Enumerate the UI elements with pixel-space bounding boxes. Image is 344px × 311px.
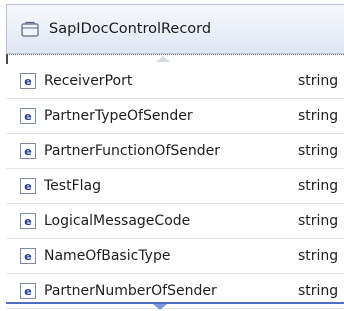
element-row[interactable]: e ReceiverPort string — [6, 64, 344, 99]
element-row[interactable]: e PartnerFunctionOfSender string — [6, 134, 344, 169]
element-row[interactable]: e LogicalMessageCode string — [6, 204, 344, 239]
scroll-down-arrow-icon[interactable] — [153, 304, 167, 310]
scroll-down-indicator[interactable] — [6, 302, 344, 304]
element-type: string — [298, 213, 339, 229]
element-icon: e — [20, 283, 36, 299]
element-icon: e — [20, 178, 36, 194]
element-name: PartnerTypeOfSender — [44, 108, 193, 124]
element-name: ReceiverPort — [44, 73, 133, 89]
element-type: string — [298, 143, 339, 159]
element-icon: e — [20, 108, 36, 124]
element-icon: e — [20, 143, 36, 159]
element-row[interactable]: e PartnerTypeOfSender string — [6, 99, 344, 134]
element-icon: e — [20, 73, 36, 89]
scroll-up-indicator[interactable] — [6, 54, 344, 64]
element-type: string — [298, 108, 339, 124]
element-name: LogicalMessageCode — [44, 213, 191, 229]
element-row[interactable]: e NameOfBasicType string — [6, 239, 344, 274]
element-icon: e — [20, 248, 36, 264]
element-name: NameOfBasicType — [44, 248, 171, 264]
panel-header[interactable]: SapIDocControlRecord — [6, 4, 344, 54]
element-name: TestFlag — [44, 178, 101, 194]
element-name: PartnerNumberOfSender — [44, 283, 217, 299]
element-list: e ReceiverPort string e PartnerTypeOfSen… — [6, 64, 344, 309]
element-type: string — [298, 283, 339, 299]
scroll-up-arrow-icon[interactable] — [156, 56, 170, 62]
folder-icon — [19, 18, 41, 40]
panel-title: SapIDocControlRecord — [49, 21, 212, 37]
element-type: string — [298, 73, 339, 89]
element-type: string — [298, 178, 339, 194]
element-type: string — [298, 248, 339, 264]
element-row[interactable]: e TestFlag string — [6, 169, 344, 204]
element-icon: e — [20, 213, 36, 229]
business-object-panel: SapIDocControlRecord e ReceiverPort stri… — [0, 0, 344, 311]
element-name: PartnerFunctionOfSender — [44, 143, 221, 159]
